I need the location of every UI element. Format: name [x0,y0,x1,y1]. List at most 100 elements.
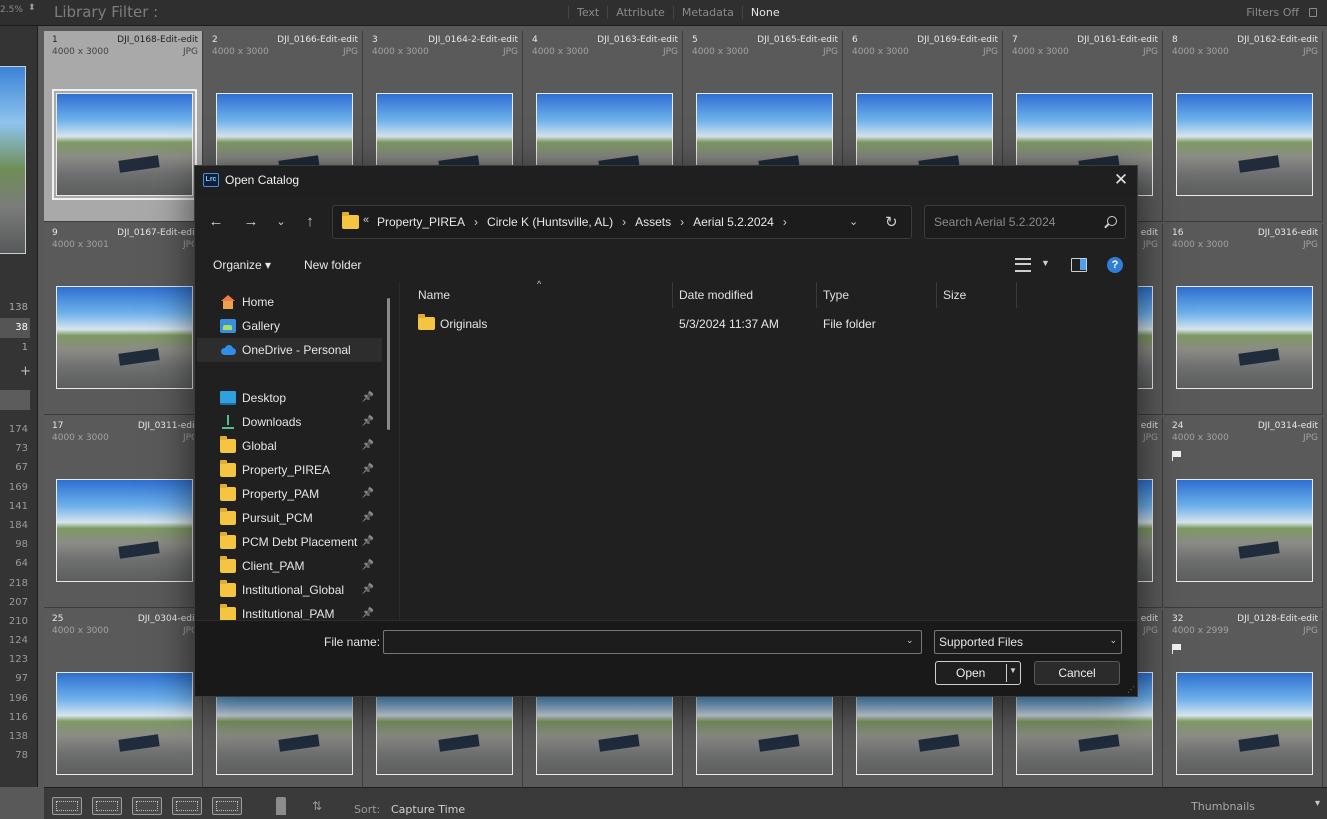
breadcrumb-item[interactable]: Property_PIREA [377,215,465,229]
search-icon[interactable] [1107,216,1117,226]
pin-icon[interactable]: 📌 [362,458,374,482]
breadcrumb-overflow-icon[interactable]: « [363,214,369,226]
aerial-photo-thumbnail[interactable] [1176,479,1313,582]
collection-count[interactable]: 138 [0,727,30,746]
chevron-right-icon[interactable]: › [622,215,626,229]
organize-menu-button[interactable]: Organize ▾ [213,258,271,272]
chevron-down-icon[interactable]: ⌄ [849,215,858,228]
help-icon[interactable]: ? [1107,257,1123,273]
nav-item-downloads[interactable]: Downloads 📌 [197,410,382,434]
thumbnail-size-slider[interactable]: ▾ [1315,798,1327,810]
pin-icon[interactable]: 📌 [362,410,374,434]
folder-count[interactable]: 1 [0,338,30,358]
folder-count[interactable]: 138 [0,298,30,318]
open-options-chevron-icon[interactable]: ▼ [1009,666,1017,675]
column-header-type[interactable]: Type [823,288,849,302]
aerial-photo-thumbnail[interactable] [1176,672,1313,775]
grid-cell[interactable]: 25 DJI_0304-edit 4000 x 3000 JPG [44,610,203,801]
compare-view-button[interactable] [132,797,162,815]
filters-off-dropdown[interactable]: Filters Off [1246,6,1299,19]
pane-divider[interactable] [399,282,400,620]
breadcrumb-item[interactable]: Aerial 5.2.2024 [693,215,774,229]
address-bar[interactable]: « Property_PIREA › Circle K (Huntsville, … [332,205,912,239]
refresh-icon[interactable]: ↻ [885,213,898,231]
flag-icon[interactable] [1172,451,1181,461]
column-header-size[interactable]: Size [943,288,966,302]
forward-arrow-icon[interactable]: → [241,211,261,233]
grid-cell[interactable]: 24 DJI_0314-edit 4000 x 3000 JPG [1164,417,1323,608]
collection-count[interactable]: 174 [0,420,30,439]
collection-count[interactable]: 207 [0,593,30,612]
nav-item-institutional-pam[interactable]: Institutional_PAM 📌 [197,602,382,620]
dialog-titlebar[interactable]: Lrc Open Catalog ✕ [195,166,1137,196]
back-arrow-icon[interactable]: ← [206,211,226,233]
filter-tab-attribute[interactable]: Attribute [607,6,673,19]
pin-icon[interactable]: 📌 [362,530,374,554]
column-header-name[interactable]: Name [418,288,450,302]
pin-icon[interactable]: 📌 [362,482,374,506]
aerial-photo-thumbnail[interactable] [56,479,193,582]
chevron-right-icon[interactable]: › [783,215,787,229]
grid-cell[interactable]: 1 DJI_0168-Edit-edit 4000 x 3000 JPG [44,31,203,222]
column-divider[interactable] [672,282,673,308]
nav-item-pcm-debt-placement[interactable]: PCM Debt Placement 📌 [197,530,382,554]
aerial-photo-thumbnail[interactable] [56,672,193,775]
close-icon[interactable]: ✕ [1105,166,1137,196]
navigator-preview[interactable] [0,66,26,254]
column-header-date-modified[interactable]: Date modified [679,288,753,302]
folder-count[interactable]: 38 [0,318,30,338]
file-type-select[interactable]: Supported Files ⌄ [934,630,1122,654]
aerial-photo-thumbnail[interactable] [1176,93,1313,196]
chevron-right-icon[interactable]: › [680,215,684,229]
nav-item-gallery[interactable]: Gallery [197,314,382,338]
loupe-view-button[interactable] [92,797,122,815]
breadcrumb-item[interactable]: Assets [635,215,671,229]
chevron-down-icon[interactable]: ⌄ [906,635,914,646]
sort-dropdown[interactable]: Capture Time [391,803,465,816]
collection-count[interactable]: 97 [0,669,30,688]
collection-count[interactable]: 64 [0,554,30,573]
pin-icon[interactable]: 📌 [362,434,374,458]
add-icon[interactable]: + [20,364,31,379]
collection-count[interactable]: 141 [0,497,30,516]
aerial-photo-thumbnail[interactable] [52,89,197,200]
grid-cell[interactable]: 32 DJI_0128-Edit-edit 4000 x 2999 JPG [1164,610,1323,801]
recent-locations-chevron-icon[interactable]: ⌄ [271,211,291,233]
nav-item-pursuit-pcm[interactable]: Pursuit_PCM 📌 [197,506,382,530]
pin-icon[interactable]: 📌 [362,578,374,602]
filter-tab-metadata[interactable]: Metadata [672,6,742,19]
people-view-button[interactable] [212,797,242,815]
collection-count[interactable]: 218 [0,574,30,593]
collection-count[interactable]: 169 [0,478,30,497]
search-input[interactable]: Search Aerial 5.2.2024 [924,205,1126,239]
nav-item-client-pam[interactable]: Client_PAM 📌 [197,554,382,578]
sort-direction-icon[interactable]: ⇅ [312,799,322,813]
grid-view-button[interactable] [52,797,82,815]
collection-count[interactable]: 123 [0,650,30,669]
collection-count[interactable]: 67 [0,458,30,477]
chevron-right-icon[interactable]: › [474,215,478,229]
navigation-pane-scrollbar[interactable] [387,298,390,430]
zoom-level[interactable]: 2.5% [0,5,26,15]
zoom-stepper-icon[interactable]: ⬍ [28,3,36,13]
nav-item-onedrive-personal[interactable]: OneDrive - Personal [197,338,382,362]
pin-icon[interactable]: 📌 [362,602,374,620]
collection-count[interactable]: 98 [0,535,30,554]
grid-cell[interactable]: 9 DJI_0167-Edit-edit 4000 x 3001 JPG [44,224,203,415]
collection-count[interactable]: 116 [0,708,30,727]
collection-search-field[interactable] [0,390,30,410]
preview-pane-icon[interactable] [1071,258,1087,272]
breadcrumb-item[interactable]: Circle K (Huntsville, AL) [487,215,613,229]
view-details-icon[interactable] [1015,258,1031,272]
aerial-photo-thumbnail[interactable] [1176,286,1313,389]
grid-cell[interactable]: 16 DJI_0316-edit 4000 x 3000 JPG [1164,224,1323,415]
cancel-button[interactable]: Cancel [1034,661,1120,685]
up-arrow-icon[interactable]: ↑ [300,211,320,233]
pin-icon[interactable]: 📌 [362,554,374,578]
collection-count[interactable]: 78 [0,746,30,765]
survey-view-button[interactable] [172,797,202,815]
filter-tab-text[interactable]: Text [568,6,607,19]
collection-count[interactable]: 210 [0,612,30,631]
pin-icon[interactable]: 📌 [362,386,374,410]
open-button[interactable]: Open ▼ [935,661,1021,685]
